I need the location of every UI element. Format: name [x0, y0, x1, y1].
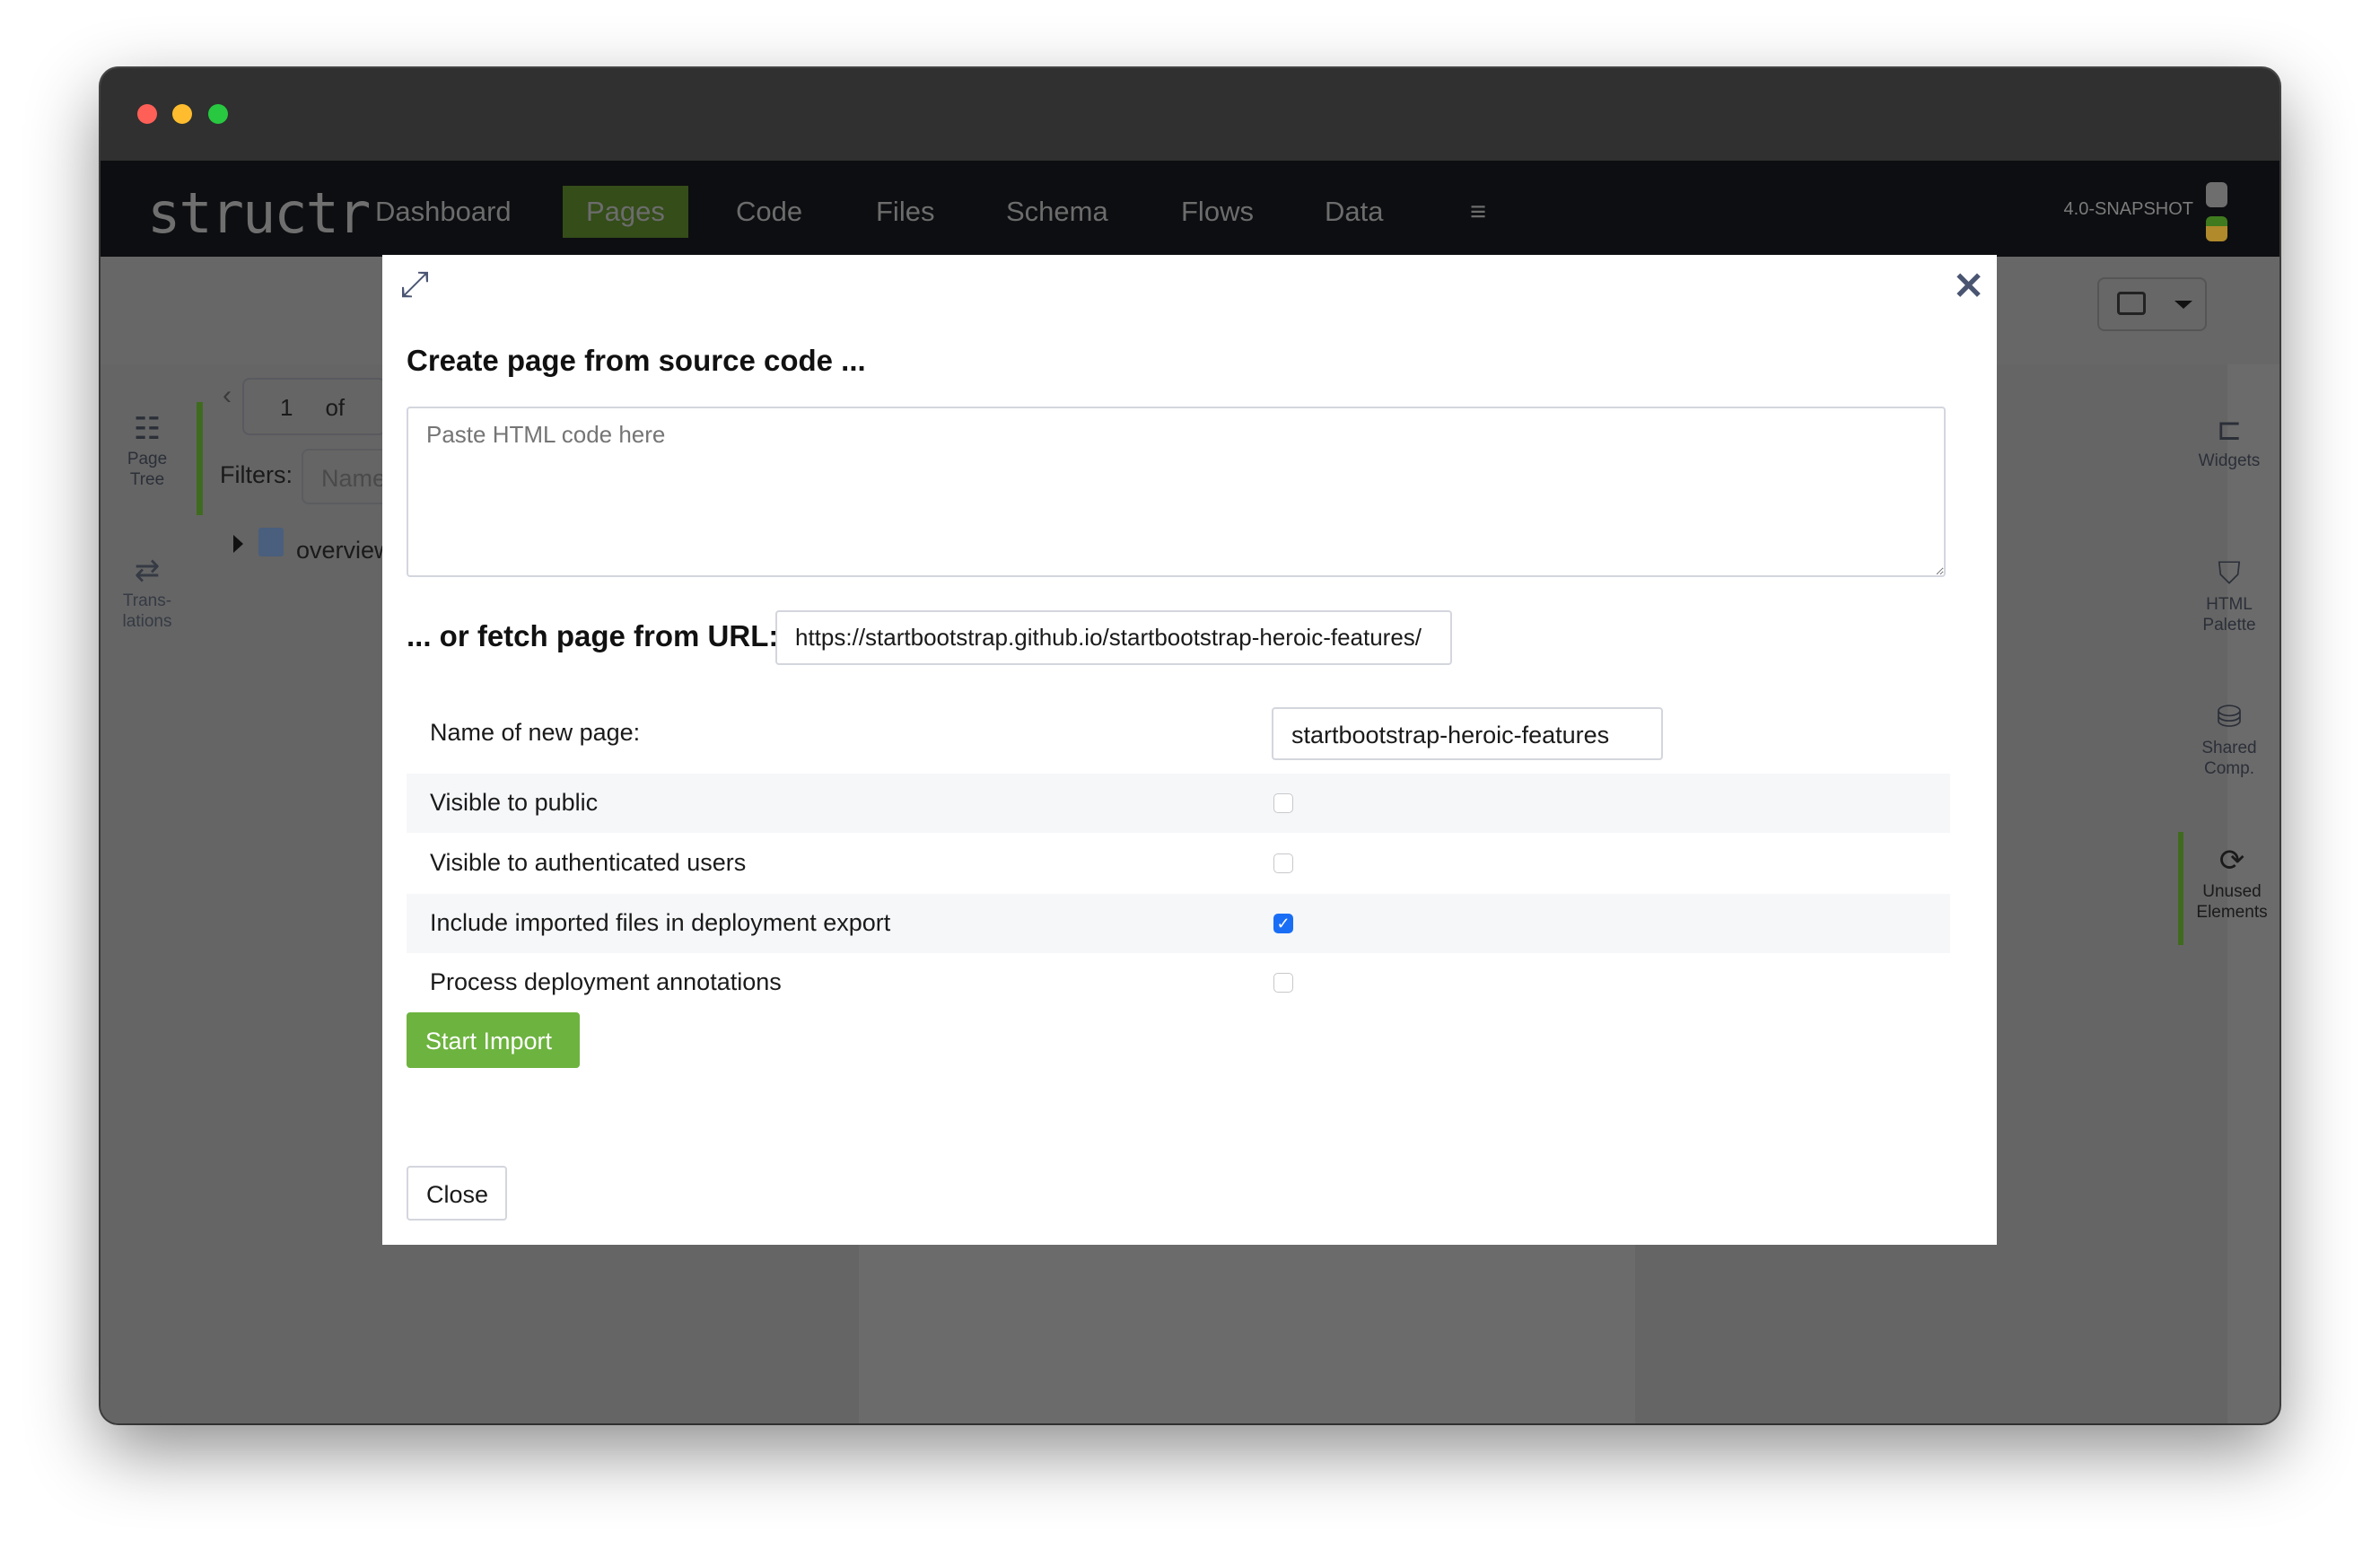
page-name-input[interactable]: startbootstrap-heroic-features: [1272, 707, 1663, 760]
url-label: ... or fetch page from URL:: [407, 619, 779, 652]
expand-caret-icon[interactable]: [233, 535, 243, 553]
sidebar-item-unused-elements[interactable]: ⟳ Unused Elements: [2169, 840, 2279, 923]
option-row: Visible to public: [407, 774, 1950, 833]
maximize-icon[interactable]: ⤡: [395, 270, 435, 299]
close-icon[interactable]: ✕: [1953, 264, 1984, 308]
name-label: Name of new page:: [430, 719, 641, 746]
option-label: Include imported files in deployment exp…: [430, 909, 891, 936]
start-import-button[interactable]: Start Import: [407, 1012, 580, 1068]
structr-logo: structr: [147, 180, 371, 246]
nav-dashboard[interactable]: Dashboard: [352, 186, 535, 238]
maximize-window-button[interactable]: [208, 104, 228, 124]
title-bar: [101, 68, 2279, 161]
option-label: Visible to authenticated users: [430, 849, 747, 876]
sidebar-item-html-palette[interactable]: ⛉ HTML Palette: [2166, 553, 2279, 635]
prev-page-icon[interactable]: ‹: [223, 381, 232, 411]
sidebar-item-translations[interactable]: ⇄ Trans- lations: [102, 551, 192, 632]
page-settings-dropdown[interactable]: [2097, 277, 2207, 331]
pager[interactable]: 1 of: [242, 378, 386, 435]
caret-down-icon: [2174, 301, 2192, 309]
filters-label: Filters:: [220, 461, 293, 488]
html5-icon: ⛉: [2218, 556, 2241, 591]
widgets-icon: ⊏: [2216, 413, 2243, 447]
visible-to-public-checkbox[interactable]: [1273, 793, 1293, 813]
window-gear-icon: [2117, 292, 2146, 315]
option-row: Include imported files in deployment exp…: [407, 894, 1950, 953]
sidebar-item-widgets[interactable]: ⊏ Widgets: [2166, 409, 2279, 471]
include-imported-files-checkbox[interactable]: ✓: [1273, 914, 1293, 933]
translate-icon: ⇄: [134, 554, 161, 588]
nav-data[interactable]: Data: [1301, 186, 1406, 238]
option-label: Process deployment annotations: [430, 968, 782, 995]
close-window-button[interactable]: [137, 104, 157, 124]
nav-code[interactable]: Code: [713, 186, 826, 238]
option-row: Visible to authenticated users: [407, 834, 1950, 893]
option-row: Process deployment annotations: [407, 953, 1950, 1012]
sidebar-item-page-tree[interactable]: ☷ Page Tree: [102, 409, 192, 490]
option-label: Visible to public: [430, 789, 599, 816]
url-visible-portion: //startbootstrap.github.io/startbootstra…: [1454, 628, 1455, 629]
shared-components-icon: ⛁: [2216, 700, 2243, 734]
tree-item-overview[interactable]: overview: [296, 537, 392, 565]
nav-schema[interactable]: Schema: [983, 186, 1132, 238]
unused-elements-icon: ⟳: [2218, 844, 2245, 878]
database-icon: [2206, 182, 2227, 207]
visible-to-authenticated-checkbox[interactable]: [1273, 853, 1293, 873]
nav-flows[interactable]: Flows: [1158, 186, 1277, 238]
minimize-window-button[interactable]: [172, 104, 192, 124]
top-nav: structr Dashboard Pages Code Files Schem…: [101, 161, 2279, 257]
hamburger-icon[interactable]: ≡: [1447, 186, 1509, 238]
dialog-title: Create page from source code ...: [407, 344, 866, 377]
name-row: Name of new page: startbootstrap-heroic-…: [407, 704, 1950, 763]
nav-pages[interactable]: Pages: [563, 186, 688, 238]
status-icon: [2206, 216, 2227, 241]
url-input[interactable]: [775, 610, 1452, 665]
active-indicator: [197, 402, 203, 515]
close-button[interactable]: Close: [407, 1166, 507, 1221]
process-annotations-checkbox[interactable]: [1273, 973, 1293, 993]
sidebar-item-shared-components[interactable]: ⛁ Shared Comp.: [2166, 696, 2279, 779]
source-code-textarea[interactable]: [407, 407, 1946, 577]
nav-files[interactable]: Files: [853, 186, 958, 238]
version-label: 4.0-SNAPSHOT: [2063, 199, 2193, 219]
page-file-icon: [258, 528, 284, 556]
page-tree-icon: ☷: [133, 412, 162, 446]
